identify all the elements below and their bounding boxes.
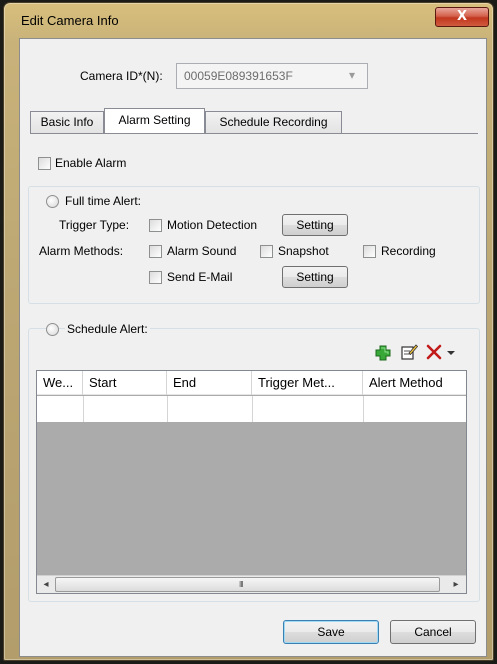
alarm-methods-label: Alarm Methods: — [39, 244, 124, 258]
schedule-alert-label: Schedule Alert: — [65, 322, 150, 336]
recording-label: Recording — [381, 244, 436, 258]
camera-id-label: Camera ID*(N): — [80, 69, 163, 83]
cell-divider — [167, 396, 168, 422]
schedule-table: We... Start End Trigger Met... Alert Met… — [36, 370, 467, 594]
horizontal-scrollbar[interactable]: ◂ III ▸ — [37, 575, 466, 593]
column-header-weekday[interactable]: We... — [37, 371, 83, 395]
column-header-alert-method[interactable]: Alert Method — [363, 371, 466, 395]
save-button[interactable]: Save — [283, 620, 379, 644]
tab-alarm-setting-label: Alarm Setting — [118, 113, 191, 127]
scroll-grip-icon: III — [239, 580, 244, 589]
email-setting-button[interactable]: Setting — [282, 266, 348, 288]
camera-id-select[interactable]: 00059E089391653F ▾ — [176, 63, 368, 89]
motion-detection-checkbox[interactable] — [149, 219, 162, 232]
scroll-right-icon[interactable]: ▸ — [449, 577, 463, 592]
trigger-type-label: Trigger Type: — [59, 218, 130, 232]
dropdown-arrow-icon — [447, 351, 455, 355]
full-time-alert-radio[interactable] — [46, 195, 59, 208]
column-header-trigger-method[interactable]: Trigger Met... — [252, 371, 363, 395]
schedule-menu-button[interactable] — [445, 344, 457, 360]
enable-alarm-label: Enable Alarm — [55, 156, 127, 170]
alarm-sound-label: Alarm Sound — [167, 244, 237, 258]
enable-alarm-checkbox[interactable] — [38, 157, 51, 170]
edit-schedule-button[interactable] — [400, 343, 419, 361]
cell-divider — [252, 396, 253, 422]
cancel-button[interactable]: Cancel — [390, 620, 476, 644]
snapshot-checkbox[interactable] — [260, 245, 273, 258]
send-email-checkbox[interactable] — [149, 271, 162, 284]
delete-schedule-button[interactable] — [425, 343, 443, 361]
scroll-thumb[interactable]: III — [55, 577, 440, 592]
snapshot-label: Snapshot — [278, 244, 329, 258]
alarm-setting-panel: Enable Alarm Full time Alert: Trigger Ty… — [28, 133, 480, 605]
dialog-client-area: Camera ID*(N): 00059E089391653F ▾ Basic … — [19, 38, 487, 657]
column-header-start[interactable]: Start — [83, 371, 167, 395]
table-header: We... Start End Trigger Met... Alert Met… — [37, 371, 466, 395]
dialog-window: Edit Camera Info X Camera ID*(N): 00059E… — [3, 2, 494, 661]
motion-detection-label: Motion Detection — [167, 218, 258, 232]
close-button[interactable]: X — [435, 7, 489, 27]
cell-divider — [363, 396, 364, 422]
window-title: Edit Camera Info — [21, 13, 119, 28]
add-schedule-button[interactable] — [374, 344, 392, 362]
tab-basic-info[interactable]: Basic Info — [30, 111, 104, 133]
alarm-sound-checkbox[interactable] — [149, 245, 162, 258]
tab-schedule-recording[interactable]: Schedule Recording — [205, 111, 342, 133]
tab-schedule-recording-label: Schedule Recording — [219, 115, 328, 129]
scroll-left-icon[interactable]: ◂ — [39, 577, 53, 592]
send-email-label: Send E-Mail — [167, 270, 233, 284]
trigger-setting-button[interactable]: Setting — [282, 214, 348, 236]
tab-basic-info-label: Basic Info — [40, 115, 94, 129]
add-icon — [375, 345, 391, 361]
cell-divider — [83, 396, 84, 422]
chevron-down-icon: ▾ — [349, 68, 356, 82]
delete-icon — [426, 344, 442, 360]
recording-checkbox[interactable] — [363, 245, 376, 258]
column-header-end[interactable]: End — [167, 371, 252, 395]
camera-id-value: 00059E089391653F — [184, 69, 293, 83]
tab-alarm-setting[interactable]: Alarm Setting — [104, 108, 205, 133]
table-row[interactable] — [37, 396, 466, 422]
full-time-alert-label: Full time Alert: — [65, 194, 142, 208]
schedule-alert-radio[interactable] — [46, 323, 59, 336]
edit-icon — [401, 344, 419, 360]
close-icon: X — [456, 9, 468, 24]
